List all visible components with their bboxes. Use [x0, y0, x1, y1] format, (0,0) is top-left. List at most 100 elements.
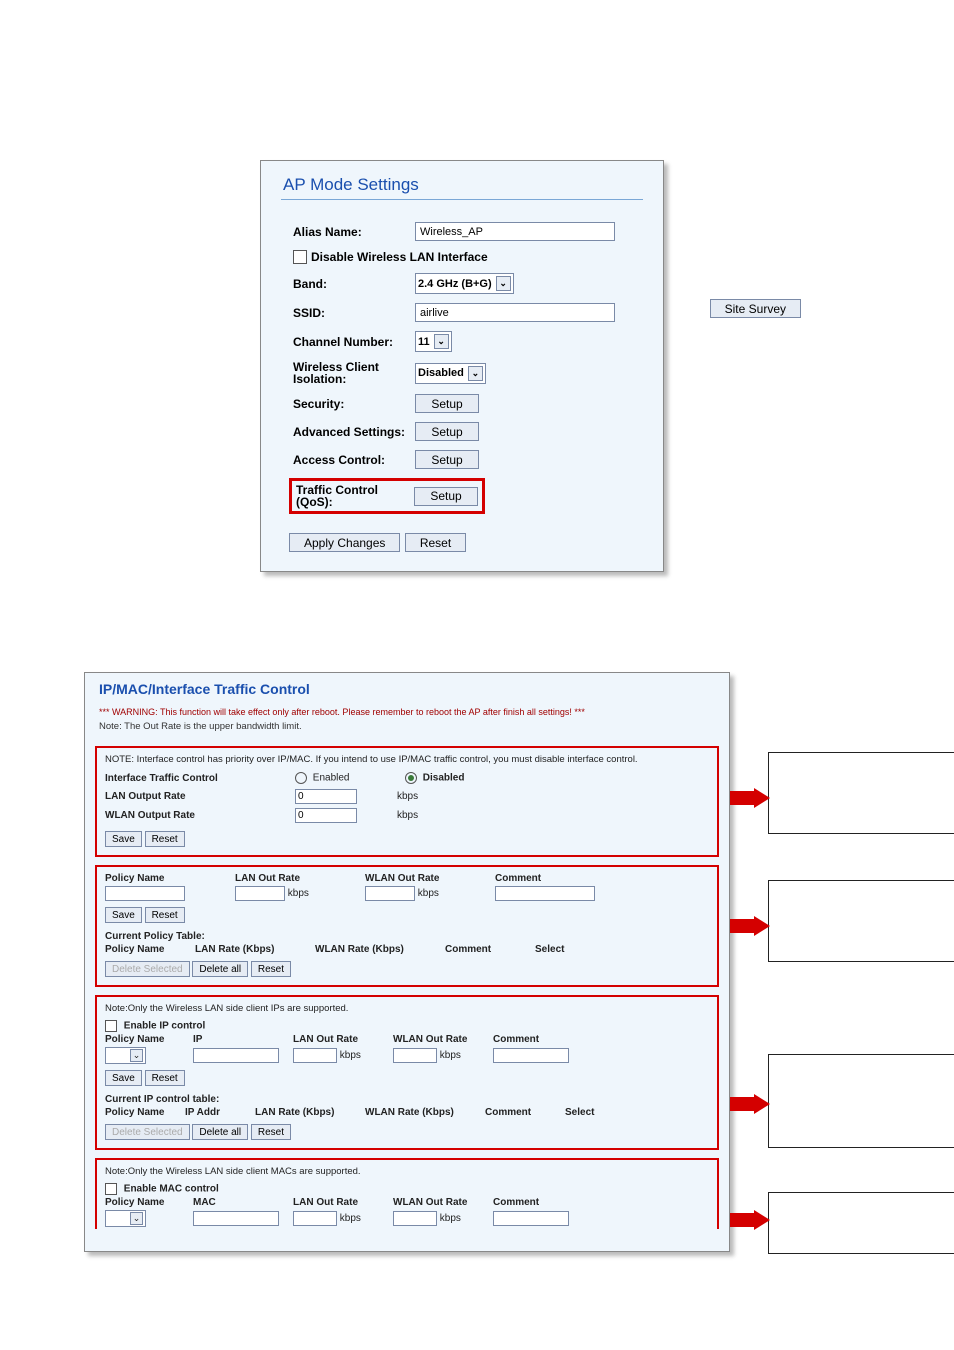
- interface-note: NOTE: Interface control has priority ove…: [105, 754, 709, 765]
- col-comment: Comment: [485, 1107, 565, 1118]
- disable-wlan-row: Disable Wireless LAN Interface: [261, 246, 663, 269]
- col-wlan: WLAN Out Rate: [365, 873, 495, 884]
- kbps-label: kbps: [288, 888, 309, 899]
- policy-select[interactable]: ⌄: [105, 1210, 146, 1227]
- traffic-control-panel: IP/MAC/Interface Traffic Control *** WAR…: [84, 672, 730, 1252]
- reset-button[interactable]: Reset: [405, 533, 466, 552]
- isolation-select[interactable]: Disabled ⌄: [415, 363, 486, 384]
- advanced-label: Advanced Settings:: [293, 425, 415, 439]
- advanced-setup-button[interactable]: Setup: [415, 422, 479, 441]
- band-row: Band: 2.4 GHz (B+G) ⌄: [261, 269, 663, 299]
- col-wlan: WLAN Out Rate: [393, 1197, 493, 1208]
- ssid-row: SSID: Site Survey: [261, 299, 663, 327]
- reset-button[interactable]: Reset: [251, 961, 291, 977]
- delete-selected-button[interactable]: Delete Selected: [105, 1124, 190, 1140]
- reset-button[interactable]: Reset: [251, 1124, 291, 1140]
- comment-input[interactable]: [495, 886, 595, 901]
- interface-label: Interface Traffic Control: [105, 773, 295, 784]
- col-wlan: WLAN Rate (Kbps): [365, 1107, 485, 1118]
- ssid-label: SSID:: [293, 306, 415, 320]
- delete-all-button[interactable]: Delete all: [192, 961, 248, 977]
- mac-input[interactable]: [193, 1211, 279, 1226]
- lan-out-input[interactable]: [293, 1211, 337, 1226]
- enabled-radio[interactable]: [295, 772, 307, 784]
- policy-name-input[interactable]: [105, 886, 185, 901]
- interface-control-section: NOTE: Interface control has priority ove…: [95, 746, 719, 857]
- chevron-down-icon: ⌄: [468, 366, 483, 381]
- save-button[interactable]: Save: [105, 1070, 142, 1086]
- col-lan: LAN Rate (Kbps): [255, 1107, 365, 1118]
- reset-button[interactable]: Reset: [145, 831, 185, 847]
- reset-button[interactable]: Reset: [145, 907, 185, 923]
- chevron-down-icon: ⌄: [130, 1212, 143, 1225]
- channel-label: Channel Number:: [293, 335, 415, 349]
- wlan-out-input[interactable]: [365, 886, 415, 901]
- disabled-radio[interactable]: [405, 772, 417, 784]
- kbps-label: kbps: [440, 1050, 461, 1061]
- ap-mode-title: AP Mode Settings: [261, 161, 663, 199]
- kbps-label: kbps: [440, 1213, 461, 1224]
- enable-mac-label: Enable MAC control: [124, 1184, 219, 1195]
- chevron-down-icon: ⌄: [130, 1049, 143, 1062]
- chevron-down-icon: ⌄: [496, 276, 511, 291]
- enable-ip-checkbox[interactable]: [105, 1020, 117, 1032]
- disable-wlan-checkbox[interactable]: [293, 250, 307, 264]
- band-select[interactable]: 2.4 GHz (B+G) ⌄: [415, 273, 514, 294]
- comment-input[interactable]: [493, 1048, 569, 1063]
- reset-button[interactable]: Reset: [145, 1070, 185, 1086]
- callout-box-3: [768, 1054, 954, 1148]
- wlan-rate-input[interactable]: [295, 808, 357, 823]
- ip-input[interactable]: [193, 1048, 279, 1063]
- security-label: Security:: [293, 397, 415, 411]
- kbps-label: kbps: [397, 791, 418, 802]
- col-comment: Comment: [445, 944, 535, 955]
- col-comment: Comment: [493, 1034, 573, 1045]
- mac-control-section: Note:Only the Wireless LAN side client M…: [95, 1158, 719, 1229]
- kbps-label: kbps: [418, 888, 439, 899]
- access-control-row: Access Control: Setup: [261, 446, 663, 474]
- alias-input[interactable]: [415, 222, 615, 241]
- arrow-icon: [730, 1094, 770, 1114]
- lan-rate-input[interactable]: [295, 789, 357, 804]
- col-policy: Policy Name: [105, 1034, 193, 1045]
- access-setup-button[interactable]: Setup: [415, 450, 479, 469]
- apply-changes-button[interactable]: Apply Changes: [289, 533, 400, 552]
- security-setup-button[interactable]: Setup: [415, 394, 479, 413]
- save-button[interactable]: Save: [105, 831, 142, 847]
- callout-box-2: [768, 880, 954, 962]
- channel-select[interactable]: 11 ⌄: [415, 331, 452, 352]
- outrate-note: Note: The Out Rate is the upper bandwidt…: [85, 717, 729, 742]
- wlan-out-input[interactable]: [393, 1211, 437, 1226]
- isolation-value: Disabled: [418, 367, 468, 379]
- ap-footer: Apply Changes Reset: [261, 519, 663, 552]
- lan-rate-label: LAN Output Rate: [105, 791, 295, 802]
- enable-mac-checkbox[interactable]: [105, 1183, 117, 1195]
- lan-out-input[interactable]: [293, 1048, 337, 1063]
- enabled-label: Enabled: [313, 773, 350, 784]
- band-label: Band:: [293, 277, 415, 291]
- qos-row: Traffic Control (QoS): Setup: [261, 474, 663, 519]
- arrow-icon: [730, 788, 770, 808]
- callout-box-4: [768, 1192, 954, 1254]
- policy-select[interactable]: ⌄: [105, 1047, 146, 1064]
- qos-setup-button[interactable]: Setup: [414, 487, 478, 506]
- divider: [281, 199, 643, 200]
- security-row: Security: Setup: [261, 390, 663, 418]
- col-ip: IP: [193, 1034, 293, 1045]
- ssid-input[interactable]: [415, 303, 615, 322]
- wlan-out-input[interactable]: [393, 1048, 437, 1063]
- chevron-down-icon: ⌄: [434, 334, 449, 349]
- channel-row: Channel Number: 11 ⌄: [261, 327, 663, 357]
- comment-input[interactable]: [493, 1211, 569, 1226]
- col-lan: LAN Out Rate: [235, 873, 365, 884]
- col-select: Select: [565, 1107, 625, 1118]
- site-survey-button[interactable]: Site Survey: [710, 299, 801, 318]
- col-select: Select: [535, 944, 595, 955]
- ip-note: Note:Only the Wireless LAN side client I…: [105, 1003, 709, 1014]
- wlan-rate-label: WLAN Output Rate: [105, 810, 295, 821]
- delete-selected-button[interactable]: Delete Selected: [105, 961, 190, 977]
- delete-all-button[interactable]: Delete all: [192, 1124, 248, 1140]
- lan-out-input[interactable]: [235, 886, 285, 901]
- isolation-row: Wireless Client Isolation: Disabled ⌄: [261, 357, 663, 390]
- save-button[interactable]: Save: [105, 907, 142, 923]
